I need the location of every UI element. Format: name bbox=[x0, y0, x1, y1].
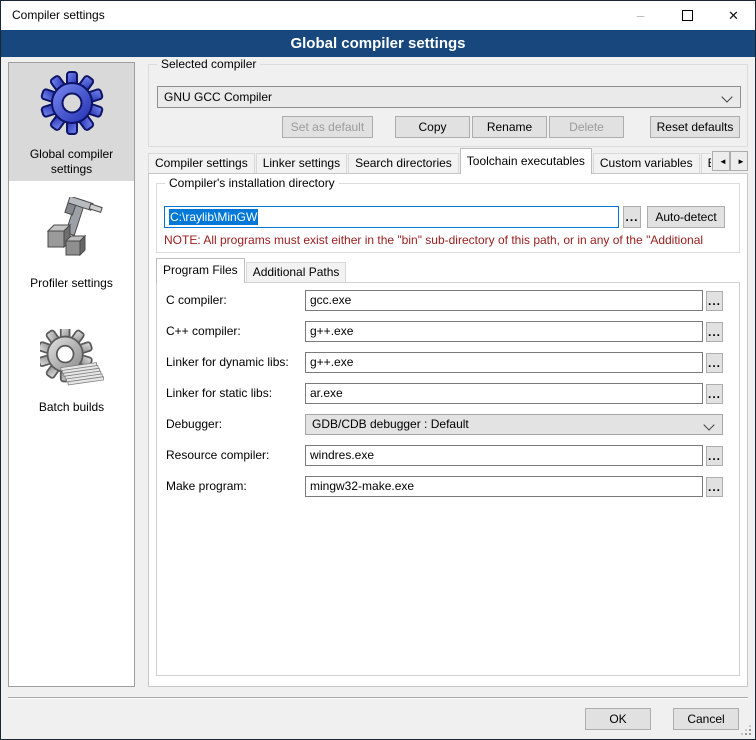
resize-grip[interactable] bbox=[749, 733, 751, 735]
program-tabstrip: Program Files Additional Paths bbox=[156, 258, 740, 283]
resource-compiler-value: windres.exe bbox=[310, 448, 374, 462]
chevron-down-icon bbox=[721, 91, 732, 102]
compiler-select-value: GNU GCC Compiler bbox=[164, 90, 272, 104]
linker-dynamic-value: g++.exe bbox=[310, 355, 353, 369]
c-compiler-label: C compiler: bbox=[166, 290, 227, 311]
installation-directory-input[interactable]: C:\raylib\MinGW bbox=[164, 206, 619, 228]
c-compiler-value: gcc.exe bbox=[310, 293, 351, 307]
auto-detect-button[interactable]: Auto-detect bbox=[647, 206, 725, 228]
resource-compiler-browse-button[interactable]: ... bbox=[706, 446, 723, 466]
chevron-down-icon bbox=[703, 419, 714, 430]
tab-custom-variables[interactable]: Custom variables bbox=[593, 153, 700, 174]
linker-dynamic-input[interactable]: g++.exe bbox=[305, 352, 703, 373]
maximize-icon bbox=[682, 10, 693, 21]
blue-gear-icon bbox=[40, 63, 104, 135]
settings-tabstrip: Compiler settings Linker settings Search… bbox=[148, 148, 711, 174]
tab-program-files[interactable]: Program Files bbox=[156, 258, 245, 283]
installation-directory-browse-button[interactable]: ... bbox=[623, 206, 641, 228]
linker-static-browse-button[interactable]: ... bbox=[706, 384, 723, 404]
arrow-left-icon: ◄ bbox=[719, 157, 727, 166]
arrow-right-icon: ► bbox=[737, 157, 745, 166]
compiler-select[interactable]: GNU GCC Compiler bbox=[157, 86, 741, 108]
make-program-label: Make program: bbox=[166, 476, 247, 497]
close-button[interactable]: ✕ bbox=[711, 1, 756, 30]
sidebar-item-label: Batch builds bbox=[16, 400, 128, 415]
ok-button[interactable]: OK bbox=[585, 708, 651, 730]
installation-note: NOTE: All programs must exist either in … bbox=[164, 233, 736, 247]
sidebar-item-label: Global compiler settings bbox=[16, 147, 128, 177]
caliper-icon bbox=[40, 197, 104, 261]
tab-toolchain-executables[interactable]: Toolchain executables bbox=[460, 148, 592, 174]
copy-button[interactable]: Copy bbox=[395, 116, 470, 138]
installation-directory-group: Compiler's installation directory C:\ray… bbox=[156, 183, 740, 253]
minimize-icon: – bbox=[637, 7, 645, 23]
sidebar-item-label: Profiler settings bbox=[16, 276, 128, 291]
page-title: Global compiler settings bbox=[1, 30, 755, 57]
cpp-compiler-browse-button[interactable]: ... bbox=[706, 322, 723, 342]
cpp-compiler-value: g++.exe bbox=[310, 324, 353, 338]
cpp-compiler-input[interactable]: g++.exe bbox=[305, 321, 703, 342]
toolchain-executables-page: Compiler's installation directory C:\ray… bbox=[148, 173, 748, 687]
sidebar-item-global-compiler-settings[interactable]: Global compiler settings bbox=[9, 63, 134, 181]
delete-button[interactable]: Delete bbox=[549, 116, 624, 138]
linker-static-value: ar.exe bbox=[310, 386, 343, 400]
tab-linker-settings[interactable]: Linker settings bbox=[256, 153, 347, 174]
close-icon: ✕ bbox=[728, 8, 739, 23]
tab-search-directories[interactable]: Search directories bbox=[348, 153, 459, 174]
settings-sidebar: Global compiler settings bbox=[8, 62, 135, 687]
make-program-input[interactable]: mingw32-make.exe bbox=[305, 476, 703, 497]
selected-compiler-group-title: Selected compiler bbox=[157, 57, 260, 71]
resource-compiler-label: Resource compiler: bbox=[166, 445, 269, 466]
c-compiler-input[interactable]: gcc.exe bbox=[305, 290, 703, 311]
c-compiler-browse-button[interactable]: ... bbox=[706, 291, 723, 311]
linker-dynamic-browse-button[interactable]: ... bbox=[706, 353, 723, 373]
tab-additional-paths[interactable]: Additional Paths bbox=[246, 262, 347, 283]
compiler-settings-dialog: Compiler settings – ✕ Global compiler se… bbox=[0, 0, 756, 740]
debugger-label: Debugger: bbox=[166, 414, 222, 435]
set-as-default-button[interactable]: Set as default bbox=[282, 116, 373, 138]
maximize-button[interactable] bbox=[665, 1, 710, 30]
cpp-compiler-label: C++ compiler: bbox=[166, 321, 241, 342]
installation-directory-value: C:\raylib\MinGW bbox=[169, 209, 258, 225]
footer-divider bbox=[8, 697, 748, 699]
linker-static-label: Linker for static libs: bbox=[166, 383, 272, 404]
tab-build-options[interactable]: Build options bbox=[701, 153, 711, 174]
linker-dynamic-label: Linker for dynamic libs: bbox=[166, 352, 289, 373]
window-title: Compiler settings bbox=[12, 1, 105, 30]
sidebar-item-batch-builds[interactable]: Batch builds bbox=[9, 329, 134, 415]
reset-defaults-button[interactable]: Reset defaults bbox=[650, 116, 740, 138]
sidebar-item-profiler-settings[interactable]: Profiler settings bbox=[9, 197, 134, 291]
minimize-button[interactable]: – bbox=[618, 1, 663, 30]
linker-static-input[interactable]: ar.exe bbox=[305, 383, 703, 404]
selected-compiler-group: Selected compiler GNU GCC Compiler Set a… bbox=[148, 64, 748, 147]
make-program-value: mingw32-make.exe bbox=[310, 479, 414, 493]
rename-button[interactable]: Rename bbox=[472, 116, 547, 138]
resource-compiler-input[interactable]: windres.exe bbox=[305, 445, 703, 466]
titlebar[interactable]: Compiler settings – ✕ bbox=[1, 1, 755, 30]
tab-scroll-left-button[interactable]: ◄ bbox=[712, 151, 730, 171]
make-program-browse-button[interactable]: ... bbox=[706, 477, 723, 497]
tab-compiler-settings[interactable]: Compiler settings bbox=[148, 153, 255, 174]
cancel-button[interactable]: Cancel bbox=[673, 708, 739, 730]
gray-gear-stack-icon bbox=[40, 329, 104, 393]
tab-scroll-right-button[interactable]: ► bbox=[730, 151, 748, 171]
debugger-select[interactable]: GDB/CDB debugger : Default bbox=[305, 414, 723, 435]
installation-directory-group-title: Compiler's installation directory bbox=[165, 176, 339, 190]
debugger-value: GDB/CDB debugger : Default bbox=[312, 417, 469, 431]
program-files-panel: C compiler: gcc.exe ... C++ compiler: g+… bbox=[156, 282, 740, 676]
